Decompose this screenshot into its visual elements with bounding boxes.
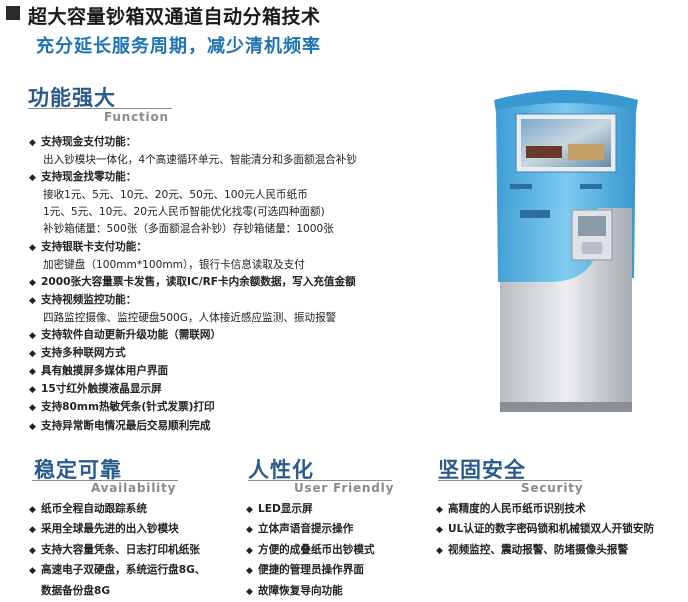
list-item-text: 加密键盘（100mm*100mm），银行卡信息读取及支付 — [43, 258, 305, 271]
bullet-diamond-icon: ◆ — [29, 545, 36, 556]
bullet-diamond-icon: ◆ — [29, 295, 36, 306]
list-item-text: 15寸红外触摸液晶显示屏 — [41, 383, 162, 396]
bullet-diamond-icon: ◆ — [246, 525, 253, 536]
bullet-diamond-icon: ◆ — [29, 403, 36, 414]
list-item-text: 1元、5元、10元、20元人民币智能优化找零(可选四种面额) — [43, 206, 325, 219]
list-item-text: 具有触摸屏多媒体用户界面 — [41, 365, 169, 378]
bullet-diamond-icon: ◆ — [29, 525, 36, 536]
function-subtitle: Function — [104, 110, 169, 124]
bullet-diamond-icon: ◆ — [29, 421, 36, 432]
list-item: 四路监控摄像、监控硬盘500G，人体接近感应监测、振动报警 — [29, 310, 479, 327]
bullet-diamond-icon: ◆ — [29, 277, 36, 288]
list-item-text: 支持现金找零功能： — [41, 171, 137, 184]
list-item: ◆ 立体声语音提示操作 — [246, 520, 426, 540]
list-item: ◆ UL认证的数字密码锁和机械锁双人开锁安防 — [436, 520, 686, 540]
list-item: ◆ 2000张大容量票卡发售，读取IC/RF卡内余额数据，写入充值金额 — [29, 274, 479, 292]
list-item: ◆ 支持多种联网方式 — [29, 345, 479, 363]
list-item: ◆ 方便的成叠纸币出钞模式 — [246, 541, 426, 561]
list-item: ◆ 视频监控、震动报警、防堵摄像头报警 — [436, 541, 686, 561]
bullet-diamond-icon: ◆ — [246, 505, 253, 515]
bullet-diamond-icon: ◆ — [29, 173, 36, 184]
availability-subtitle: Availability — [91, 481, 177, 495]
bullet-diamond-icon: ◆ — [436, 505, 443, 515]
list-item: 出入钞模块一体化，4个高速循环单元、智能清分和多面额混合补钞 — [29, 152, 479, 169]
list-item: ◆ LED显示屏 — [246, 500, 426, 520]
header-square-icon — [6, 6, 20, 20]
list-item: 接收1元、5元、10元、20元、50元、100元人民币纸币 — [29, 187, 479, 204]
list-item-text: 立体声语音提示操作 — [258, 523, 354, 536]
bullet-diamond-icon: ◆ — [246, 586, 253, 597]
list-item-text: 2000张大容量票卡发售，读取IC/RF卡内余额数据，写入充值金额 — [41, 275, 356, 288]
kiosk-machine-image — [494, 90, 638, 412]
list-item-text: 支持软件自动更新升级功能（需联网） — [41, 329, 222, 342]
bullet-diamond-icon: ◆ — [29, 367, 36, 378]
list-item-text: 采用全球最先进的出入钞模块 — [41, 523, 179, 536]
list-item: ◆ 纸币全程自动跟踪系统 — [29, 500, 249, 520]
list-item-text: UL认证的数字密码锁和机械锁双人开锁安防 — [448, 523, 655, 536]
list-item-text: 视频监控、震动报警、防堵摄像头报警 — [448, 543, 629, 556]
bullet-diamond-icon: ◆ — [29, 505, 36, 515]
list-item: ◆ 支持异常断电情况最后交易顺利完成 — [29, 418, 479, 436]
list-item-text: 支持现金支付功能： — [41, 136, 137, 148]
list-item: ◆ 支持现金支付功能： — [29, 134, 479, 152]
list-item: 1元、5元、10元、20元人民币智能优化找零(可选四种面额) — [29, 204, 479, 221]
page-title: 超大容量钞箱双通道自动分箱技术 — [28, 6, 321, 28]
function-list: ◆ 支持现金支付功能： 出入钞模块一体化，4个高速循环单元、智能清分和多面额混合补钞… — [29, 134, 479, 436]
list-item: ◆ 支持视频监控功能： — [29, 292, 479, 310]
list-item: 加密键盘（100mm*100mm），银行卡信息读取及支付 — [29, 257, 479, 274]
availability-list: ◆ 纸币全程自动跟踪系统 ◆ 采用全球最先进的出入钞模块 ◆ 支持大容量凭条、日志打印机纸… — [29, 500, 249, 601]
list-item: 补钞箱储量：500张（多面额混合补钞）存钞箱储量：1000张 — [29, 221, 479, 238]
list-item: ◆ 高速电子双硬盘，系统运行盘8G、 — [29, 561, 249, 581]
list-item-text: LED显示屏 — [258, 503, 313, 515]
bullet-diamond-icon: ◆ — [29, 349, 36, 360]
list-item: ◆ 支持银联卡支付功能： — [29, 239, 479, 257]
user-friendly-list: ◆ LED显示屏 ◆ 立体声语音提示操作 ◆ 方便的成叠纸币出钞模式 ◆ 便捷的管理员操作界面… — [246, 500, 426, 602]
list-item-text: 便捷的管理员操作界面 — [258, 564, 364, 577]
list-item-text: 补钞箱储量：500张（多面额混合补钞）存钞箱储量：1000张 — [43, 223, 334, 236]
bullet-diamond-icon: ◆ — [436, 545, 443, 556]
list-item-text: 出入钞模块一体化，4个高速循环单元、智能清分和多面额混合补钞 — [43, 154, 357, 167]
list-item-text: 高精度的人民币纸币识别技术 — [448, 503, 586, 515]
security-list: ◆ 高精度的人民币纸币识别技术 ◆ UL认证的数字密码锁和机械锁双人开锁安防 ◆ 视频监控… — [436, 500, 686, 561]
bullet-diamond-icon: ◆ — [29, 242, 36, 253]
bullet-diamond-icon: ◆ — [29, 385, 36, 396]
list-item-text: 支持多种联网方式 — [41, 347, 126, 360]
list-item: ◆ 采用全球最先进的出入钞模块 — [29, 520, 249, 540]
list-item: ◆ 支持80mm热敏凭条(针式发票)打印 — [29, 399, 479, 417]
bullet-diamond-icon: ◆ — [436, 525, 443, 536]
security-subtitle: Security — [521, 481, 584, 495]
bullet-diamond-icon: ◆ — [29, 566, 36, 577]
list-item-text: 数据备份盘8G — [41, 584, 111, 597]
list-item: ◆ 支持软件自动更新升级功能（需联网） — [29, 327, 479, 345]
list-item-text: 方便的成叠纸币出钞模式 — [258, 543, 375, 556]
list-item-text: 支持大容量凭条、日志打印机纸张 — [41, 543, 200, 556]
list-item: ◆ 便捷的管理员操作界面 — [246, 561, 426, 581]
list-item-text: 支持银联卡支付功能： — [41, 240, 147, 253]
bullet-diamond-icon: ◆ — [29, 138, 36, 148]
list-item-text: 纸币全程自动跟踪系统 — [41, 503, 147, 515]
list-item-text: 故障恢复导向功能 — [258, 584, 343, 597]
list-item: ◆ 具有触摸屏多媒体用户界面 — [29, 363, 479, 381]
bullet-diamond-icon: ◆ — [29, 331, 36, 342]
list-item: ◆ 支持现金找零功能： — [29, 169, 479, 187]
list-item-text: 高速电子双硬盘，系统运行盘8G、 — [41, 564, 206, 577]
list-item-text: 支持视频监控功能： — [41, 293, 137, 306]
list-item-text: 四路监控摄像、监控硬盘500G，人体接近感应监测、振动报警 — [43, 311, 337, 324]
bullet-diamond-icon: ◆ — [246, 566, 253, 577]
list-item: 数据备份盘8G — [29, 582, 249, 601]
list-item-text: 接收1元、5元、10元、20元、50元、100元人民币纸币 — [43, 189, 308, 202]
list-item: ◆ 高精度的人民币纸币识别技术 — [436, 500, 686, 520]
list-item: ◆ 15寸红外触摸液晶显示屏 — [29, 381, 479, 399]
page-subtitle: 充分延长服务周期，减少清机频率 — [36, 36, 321, 57]
list-item-text: 支持80mm热敏凭条(针式发票)打印 — [41, 401, 215, 414]
bullet-diamond-icon: ◆ — [246, 545, 253, 556]
list-item: ◆ 支持大容量凭条、日志打印机纸张 — [29, 541, 249, 561]
function-divider — [28, 108, 172, 109]
list-item-text: 支持异常断电情况最后交易顺利完成 — [41, 419, 211, 432]
user-friendly-subtitle: User Friendly — [294, 481, 395, 495]
